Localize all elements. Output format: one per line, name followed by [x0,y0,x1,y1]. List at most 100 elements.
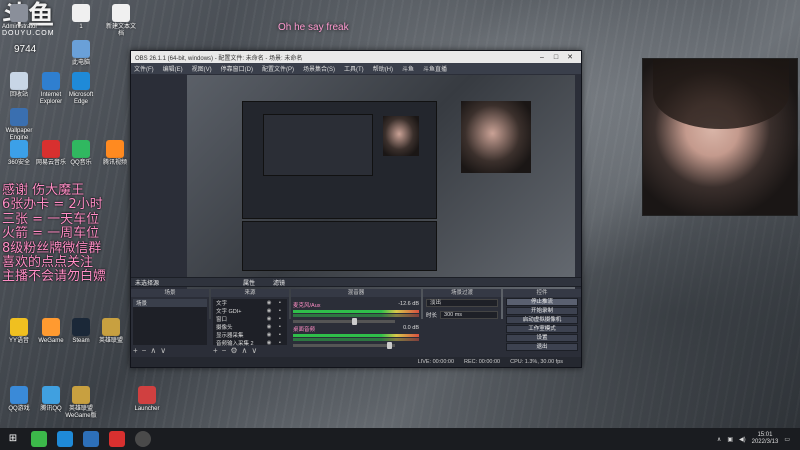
eye-icon[interactable]: ◉ ▪ [267,332,284,338]
source-item[interactable]: 文字 GDI+ ◉ ▪ [213,307,287,315]
audio-meter [293,338,419,341]
menu-edit[interactable]: 编辑(E) [163,64,183,73]
transition-select[interactable]: 淡出 [426,299,498,307]
notification-icon[interactable]: ▭ [784,436,790,443]
eye-icon[interactable]: ◉ ▪ [267,300,284,306]
desktop-icon[interactable]: Administrator [2,4,38,31]
menu-douyu[interactable]: 斗鱼 [402,64,414,73]
menu-profile[interactable]: 配置文件(P) [262,64,294,73]
webcam-hair [653,59,789,129]
source-item[interactable]: 显示器采集 ◉ ▪ [213,331,287,339]
desktop-icon[interactable]: YY语音 [2,318,36,345]
desktop-icon[interactable]: 网易云音乐 [34,140,68,167]
edge-icon[interactable] [57,431,73,447]
volume-slider[interactable] [293,342,395,349]
scenes-dock-toolbar: +−∧∨ [133,346,207,355]
maximize-icon[interactable]: □ [549,54,563,61]
move-down-icon[interactable]: ∨ [251,346,261,355]
nested-obs-preview-inner [263,114,373,176]
audio-meter [293,334,419,337]
windows-start-icon[interactable]: ⊞ [5,431,21,447]
start-recording-button[interactable]: 开始录制 [506,307,578,315]
netease-music-icon[interactable] [109,431,125,447]
move-down-icon[interactable]: ∨ [160,346,170,355]
duration-label: 时长 [426,313,438,319]
gear-icon[interactable]: ⚙ [230,346,241,355]
desktop-icon[interactable]: Microsoft Edge [64,72,98,106]
mixer-track: 麦克风/Aux -12.6 dB [293,301,419,325]
steam-icon[interactable] [83,431,99,447]
desktop-icon-label: 1 [79,24,83,30]
desktop-icon[interactable]: 新建文本文档 [104,4,138,38]
clock-time: 15:01 [757,432,773,438]
settings-button[interactable]: 设置 [506,334,578,342]
move-up-icon[interactable]: ∧ [150,346,160,355]
source-item[interactable]: 摄像头 ◉ ▪ [213,323,287,331]
eye-icon[interactable]: ◉ ▪ [267,316,284,322]
add-icon[interactable]: + [213,346,222,355]
eye-icon[interactable]: ◉ ▪ [267,308,284,314]
source-item[interactable]: 窗口 ◉ ▪ [213,315,287,323]
desktop-icon[interactable]: QQ音乐 [64,140,98,167]
desktop-icon[interactable]: 腾讯视频 [98,140,132,167]
wechat-icon[interactable] [31,431,47,447]
mixer-track-name: 麦克风/Aux [293,303,321,309]
desktop-icon-label: 腾讯视频 [102,160,127,166]
menu-scene-collection[interactable]: 场景集合(S) [303,64,335,73]
desktop-icon-label: Administrator [2,24,38,30]
minimize-icon[interactable]: – [535,54,549,61]
studio-mode-button[interactable]: 工作室模式 [506,325,578,333]
clock-date: 2022/3/13 [751,439,779,445]
desktop-icon-label: 新建文本文档 [105,24,136,37]
desktop-icon[interactable]: WeGame [34,318,68,345]
desktop-icon[interactable]: 英雄联盟 [94,318,128,345]
source-item-label: 文字 [216,301,228,307]
desktop-icon[interactable]: 腾讯QQ [34,386,68,413]
scenes-list: 场景 [133,299,207,345]
promo-overlay: 感谢 伤大魔王 6张办卡 = 2小时 三张 = 一天车位 火箭 = 一周车位 8… [2,183,124,285]
menu-douyu-live[interactable]: 斗鱼直播 [423,64,447,73]
virtual-camera-button[interactable]: 启动虚拟摄像机 [506,316,578,324]
volume-icon[interactable]: ◀) [739,436,746,443]
menu-docks[interactable]: 停靠窗口(D) [221,64,253,73]
network-icon[interactable]: ▣ [727,436,733,443]
obs-titlebar[interactable]: OBS 26.1.1 (64-bit, windows) - 配置文件: 未命名… [131,51,581,63]
clock[interactable]: 15:01 2022/3/13 [752,432,779,446]
move-up-icon[interactable]: ∧ [242,346,252,355]
desktop-icon[interactable]: 回收站 [2,72,36,99]
source-item[interactable]: 文字 ◉ ▪ [213,299,287,307]
menu-tools[interactable]: 工具(T) [344,64,364,73]
tab-filters[interactable]: 滤镜 [273,278,285,287]
scene-item[interactable]: 场景 [133,299,207,307]
volume-slider-knob[interactable] [386,342,392,349]
desktop-icon[interactable]: 360安全 [2,140,36,167]
add-icon[interactable]: + [133,346,142,355]
scenes-dock: 场景 场景 +−∧∨ [131,289,209,355]
desktop-icon[interactable]: Internet Explorer [34,72,68,106]
desktop-icon[interactable]: Steam [64,318,98,345]
menu-file[interactable]: 文件(F) [134,64,154,73]
transitions-dock-title: 场景过渡 [423,289,501,297]
desktop-icon[interactable]: 1 [64,4,98,31]
desktop-icon[interactable]: Wallpaper Engine [2,108,36,142]
menu-help[interactable]: 帮助(H) [373,64,393,73]
volume-slider-knob[interactable] [352,318,358,325]
menu-view[interactable]: 视图(V) [192,64,212,73]
desktop-icon-label: 英雄联盟WeGame版 [65,406,97,419]
eye-icon[interactable]: ◉ ▪ [267,324,284,330]
desktop-icon[interactable]: QQ游戏 [2,386,36,413]
desktop-icon[interactable]: 此电脑 [64,40,98,67]
volume-slider[interactable] [293,318,395,325]
obs-window[interactable]: OBS 26.1.1 (64-bit, windows) - 配置文件: 未命名… [130,50,582,368]
close-icon[interactable]: ✕ [563,53,577,61]
duration-input[interactable]: 300 ms [440,311,498,319]
stop-streaming-button[interactable]: 停止推流 [506,298,578,306]
obs-icon[interactable] [135,431,151,447]
desktop-icon[interactable]: Launcher [130,386,164,413]
tab-properties[interactable]: 属性 [243,278,273,287]
desktop-icon-label: 回收站 [9,92,28,98]
desktop-icon[interactable]: 英雄联盟WeGame版 [64,386,98,420]
exit-button[interactable]: 退出 [506,343,578,351]
desktop-icon-label: 360安全 [7,160,30,166]
chevron-up-icon[interactable]: ∧ [717,436,721,443]
